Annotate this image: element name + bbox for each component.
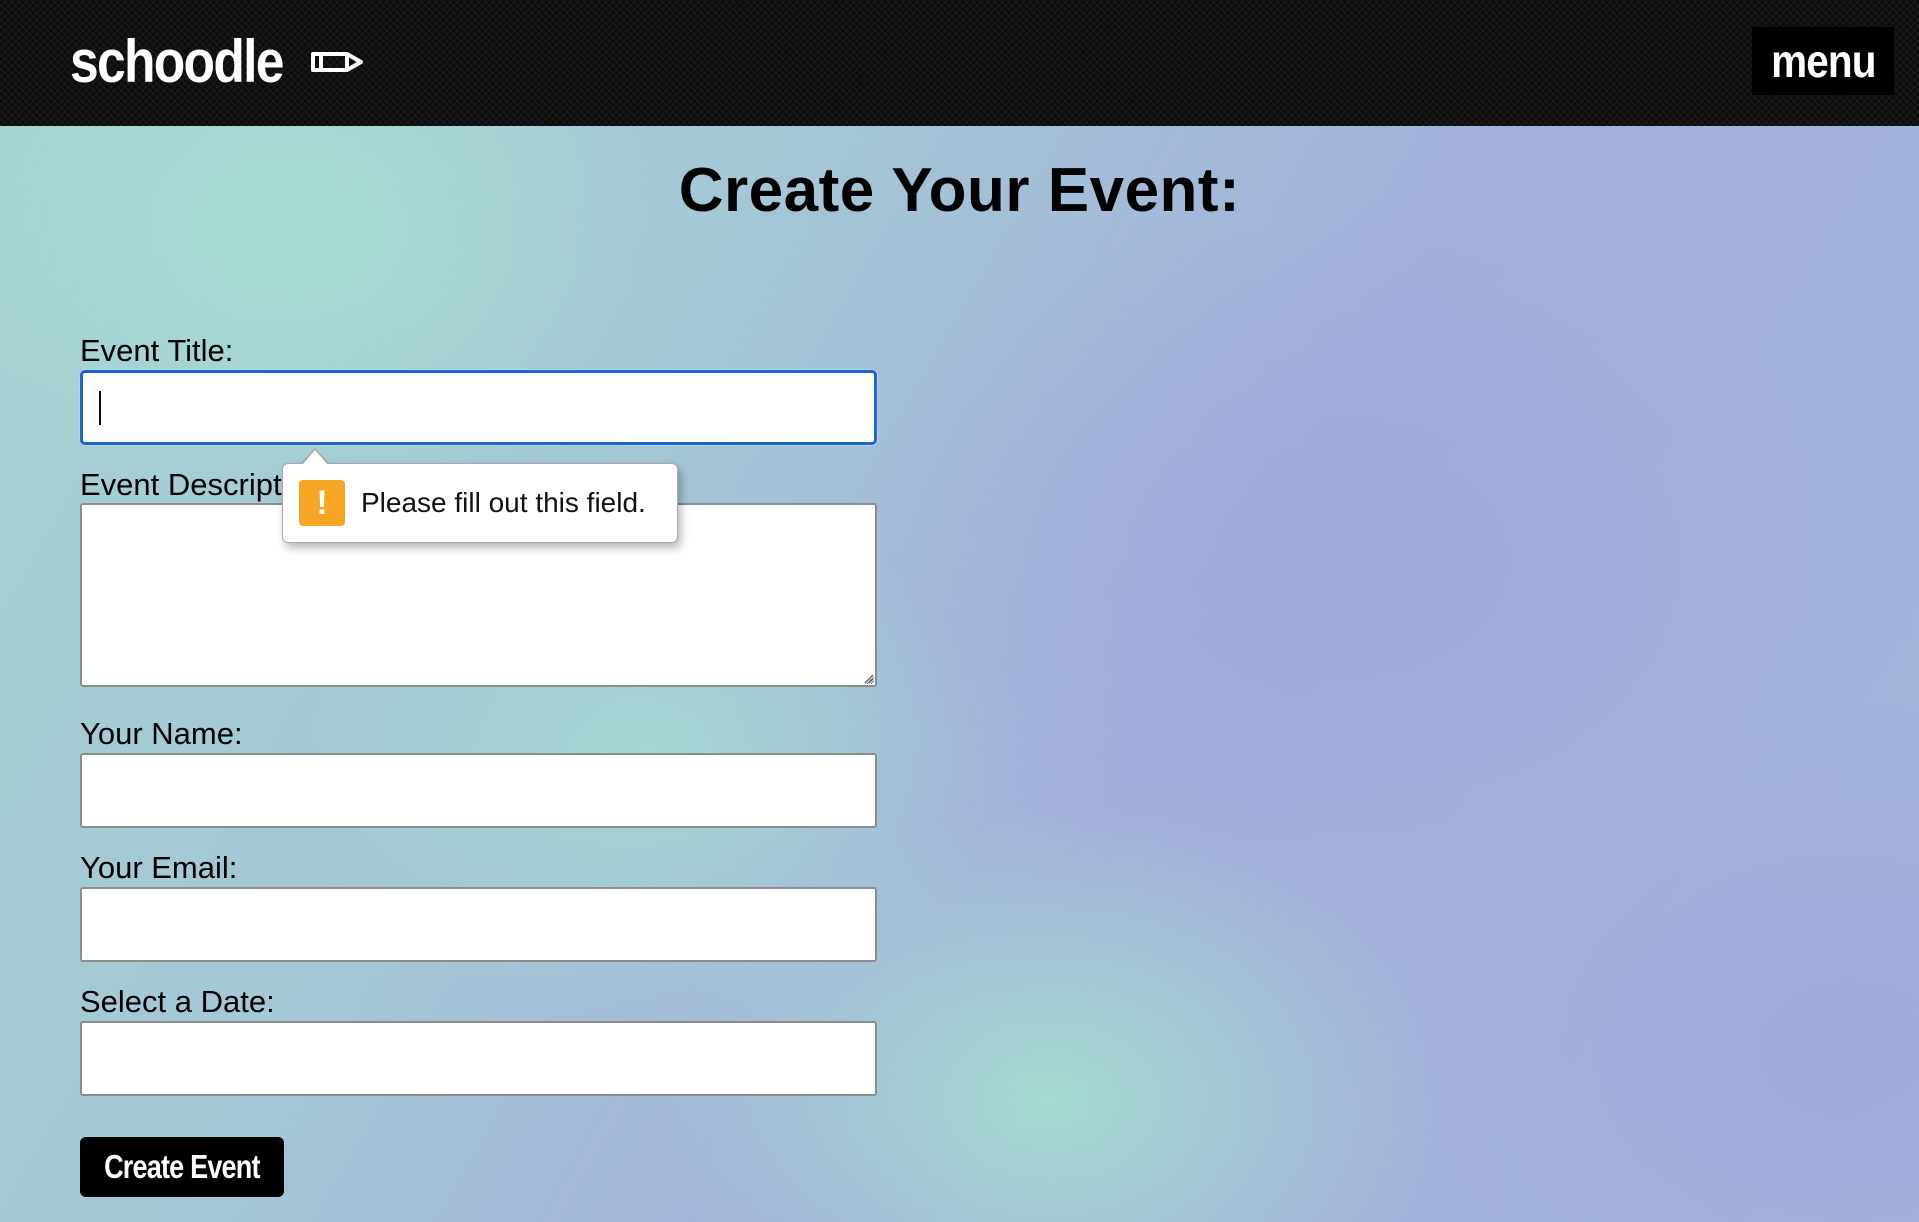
validation-tooltip: ! Please fill out this field. <box>282 448 678 543</box>
your-email-input[interactable] <box>80 887 877 962</box>
create-event-button[interactable]: Create Event <box>80 1137 284 1197</box>
logo-text: schoodle <box>70 28 284 95</box>
menu-button-label: menu <box>1770 35 1876 87</box>
tooltip-arrow <box>300 448 330 465</box>
brand-logo[interactable]: schoodle <box>70 26 365 98</box>
pencil-icon <box>311 52 364 72</box>
event-title-label: Event Title: <box>80 333 234 368</box>
validation-message: Please fill out this field. <box>361 487 646 518</box>
top-navbar: schoodle menu <box>0 0 1919 126</box>
event-title-input[interactable] <box>80 370 877 445</box>
resize-handle-icon[interactable] <box>862 672 874 684</box>
date-input[interactable] <box>80 1021 877 1096</box>
date-label: Select a Date: <box>80 984 275 1019</box>
create-event-button-label: Create Event <box>104 1148 260 1185</box>
your-email-label: Your Email: <box>80 850 238 885</box>
your-name-label: Your Name: <box>80 716 243 751</box>
text-caret <box>99 391 101 425</box>
page-title: Create Your Event: <box>678 156 1241 225</box>
menu-button[interactable]: menu <box>1752 27 1894 95</box>
your-name-input[interactable] <box>80 753 877 828</box>
warning-icon: ! <box>299 480 345 526</box>
